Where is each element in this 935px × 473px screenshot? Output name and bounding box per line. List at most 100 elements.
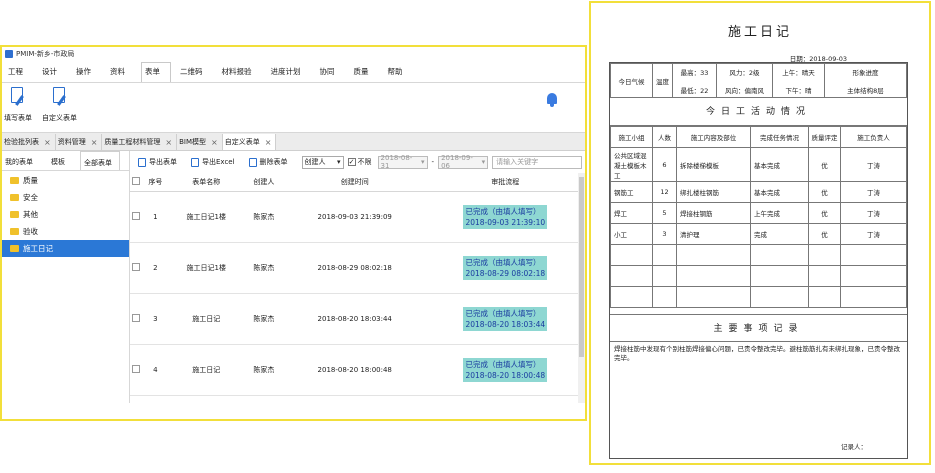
cell-approval: 已完成（由填人填写）2018-08-20 18:00:48: [426, 344, 585, 395]
custom-form-button[interactable]: 自定义表单: [42, 87, 77, 123]
folder-construction-diary[interactable]: 施工日记: [2, 240, 129, 257]
custom-form-label: 自定义表单: [42, 113, 77, 123]
status-time: 2018-08-29 08:02:18: [465, 269, 545, 278]
act-count: 12: [653, 182, 677, 203]
menu-item-help[interactable]: 帮助: [385, 66, 413, 82]
delete-form-button[interactable]: 删除表单: [249, 157, 288, 167]
activity-row: 小工 3 清护理 完成 优 丁涛: [611, 224, 907, 245]
act-col-count: 人数: [653, 127, 677, 148]
cell-approval: 已完成（由填人填写）2018-08-20 18:03:44: [426, 293, 585, 344]
menu-bar: 工程 设计 操作 资料 表单 二维码 材料报验 进度计划 协同 质量 帮助: [2, 61, 585, 83]
close-icon[interactable]: ×: [165, 138, 172, 147]
tab-custom-form[interactable]: 自定义表单×: [223, 134, 277, 150]
table-row[interactable]: 4 施工日记 陈家杰 2018-08-20 18:00:48 已完成（由填人填写…: [130, 344, 585, 395]
status-text: 已完成（由填人填写）: [465, 309, 540, 318]
row-checkbox[interactable]: [130, 293, 142, 344]
act-quality: 优: [809, 203, 841, 224]
act-lead: 丁涛: [841, 148, 907, 182]
tab-document-management[interactable]: 资料管理×: [56, 134, 103, 150]
app-window: PMIM-新乡-市政局 工程 设计 操作 资料 表单 二维码 材料报验 进度计划…: [0, 45, 587, 421]
notification-bell-icon[interactable]: [547, 93, 557, 107]
act-content: 清护理: [677, 224, 751, 245]
table-row[interactable]: 3 施工日记 陈家杰 2018-08-20 18:03:44 已完成（由填人填写…: [130, 293, 585, 344]
cell-name[interactable]: 施工日记: [169, 344, 244, 395]
folder-safety[interactable]: 安全: [2, 189, 129, 206]
doc-title: 施工日记: [591, 21, 929, 40]
status-badge[interactable]: 已完成（由填人填写）2018-08-20 18:00:48: [463, 358, 547, 382]
scrollbar-thumb[interactable]: [579, 177, 584, 357]
tab-material-management[interactable]: 质量工程材料管理×: [102, 134, 177, 150]
document-tabs: 检验批列表 × 资料管理× 质量工程材料管理× BIM模型× 自定义表单×: [2, 133, 585, 151]
export-form-button[interactable]: 导出表单: [138, 157, 177, 167]
app-title: PMIM-新乡-市政局: [16, 49, 74, 59]
close-icon[interactable]: ×: [265, 138, 272, 147]
status-time: 2018-09-03 21:39:10: [465, 218, 545, 227]
date-to-input[interactable]: 2018-09-06▾: [438, 156, 488, 169]
menu-item-collaboration[interactable]: 协同: [317, 66, 345, 82]
menu-item-documents[interactable]: 资料: [107, 66, 135, 82]
temp-low: 最低：22: [681, 87, 709, 95]
side-tab-all-forms[interactable]: 全部表单: [80, 151, 120, 170]
status-badge[interactable]: 已完成（由填人填写）2018-09-03 21:39:10: [463, 205, 547, 229]
close-icon[interactable]: ×: [44, 138, 51, 147]
act-col-lead: 施工负责人: [841, 127, 907, 148]
tab-inspection-list[interactable]: 检验批列表 ×: [2, 134, 56, 150]
activity-table: 施工小组 人数 施工内容及部位 完成任务情况 质量评定 施工负责人 公共区域混凝…: [610, 126, 907, 308]
close-icon[interactable]: ×: [91, 138, 98, 147]
export-excel-button[interactable]: 导出Excel: [191, 157, 235, 167]
close-icon[interactable]: ×: [211, 138, 218, 147]
activity-title: 今日工活动情况: [610, 98, 907, 126]
select-all-checkbox[interactable]: [130, 173, 142, 191]
doc-frame: 今日气候 温度 最高：33最低：22 风力：2级风向：偏南风 上午：晴天下午：晴…: [609, 62, 908, 459]
wind-values: 风力：2级风向：偏南风: [717, 64, 773, 98]
fill-form-button[interactable]: 填写表单: [4, 87, 32, 123]
status-text: 已完成（由填人填写）: [465, 258, 540, 267]
menu-item-operation[interactable]: 操作: [73, 66, 101, 82]
side-tab-my-forms[interactable]: 我的表单: [2, 151, 40, 170]
row-checkbox[interactable]: [130, 242, 142, 293]
status-badge[interactable]: 已完成（由填人填写）2018-08-20 18:03:44: [463, 307, 547, 331]
folder-acceptance[interactable]: 验收: [2, 223, 129, 240]
folder-icon: [10, 194, 19, 201]
cell-name[interactable]: 施工日记: [169, 293, 244, 344]
status-badge[interactable]: 已完成（由填人填写） 2018-08-29 08:02:18: [463, 256, 547, 280]
cell-name[interactable]: 施工日记1楼: [169, 242, 244, 293]
menu-item-schedule[interactable]: 进度计划: [268, 66, 311, 82]
vertical-scrollbar[interactable]: [578, 173, 585, 403]
folder-other[interactable]: 其他: [2, 206, 129, 223]
menu-item-qrcode[interactable]: 二维码: [177, 66, 213, 82]
act-count: 5: [653, 203, 677, 224]
menu-item-design[interactable]: 设计: [39, 66, 67, 82]
act-count: 6: [653, 148, 677, 182]
menu-item-quality[interactable]: 质量: [351, 66, 379, 82]
menu-item-project[interactable]: 工程: [5, 66, 33, 82]
unlimited-checkbox[interactable]: ✓不限: [348, 157, 372, 167]
sidebar-tabs: 我的表单 模板 全部表单: [2, 151, 129, 171]
empty-row: [611, 245, 907, 266]
date-separator: -: [432, 158, 435, 166]
cell-creator: 陈家杰: [244, 242, 284, 293]
folder-quality[interactable]: 质量: [2, 172, 129, 189]
delete-form-label: 删除表单: [260, 157, 288, 167]
table-row[interactable]: 1 施工日记1楼 陈家杰 2018-09-03 21:39:09 已完成（由填人…: [130, 191, 585, 242]
menu-item-forms[interactable]: 表单: [141, 62, 171, 82]
activity-row: 公共区域混凝土模板木工 6 拆除楼梯模板 基本完成 优 丁涛: [611, 148, 907, 182]
weather-row: 今日气候 温度 最高：33最低：22 风力：2级风向：偏南风 上午：晴天下午：晴…: [611, 64, 907, 98]
creator-select[interactable]: 创建人▾: [302, 156, 344, 169]
wind-force: 风力：2级: [729, 69, 759, 77]
tab-bim-model[interactable]: BIM模型×: [177, 134, 223, 150]
cell-name[interactable]: 施工日记1楼: [169, 191, 244, 242]
act-group: 公共区域混凝土模板木工: [611, 148, 653, 182]
row-checkbox[interactable]: [130, 191, 142, 242]
row-checkbox[interactable]: [130, 344, 142, 395]
form-list-panel: 导出表单 导出Excel 删除表单 创建人▾ ✓不限 2018-08-31▾ -…: [130, 151, 585, 403]
side-tab-templates[interactable]: 模板: [48, 151, 72, 170]
search-input[interactable]: 请输入关键字: [492, 156, 582, 169]
date-from-input[interactable]: 2018-08-31▾: [378, 156, 428, 169]
sky-pm: 下午：晴: [786, 87, 812, 95]
menu-item-material-inspection[interactable]: 材料报验: [219, 66, 262, 82]
folder-label: 安全: [23, 192, 38, 203]
table-row[interactable]: 2 施工日记1楼 陈家杰 2018-08-29 08:02:18 已完成（由填人…: [130, 242, 585, 293]
custom-form-icon: [51, 87, 69, 107]
tab-label: 检验批列表: [4, 137, 39, 147]
